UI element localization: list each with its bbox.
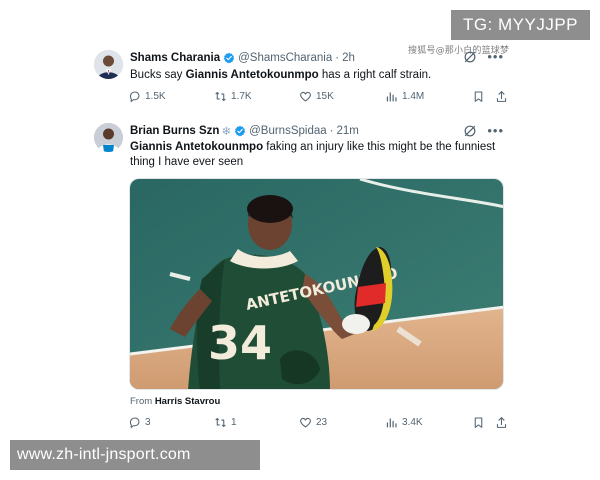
media-attribution: From Harris Stavrou — [130, 396, 220, 407]
tweet-header: Brian Burns Szn ❄ @BurnsSpidaa · 21m — [130, 124, 359, 138]
reply-count: 1.5K — [145, 91, 166, 102]
views-count: 3.4K — [402, 417, 423, 428]
tweet-text: Giannis Antetokounmpo faking an injury l… — [130, 140, 500, 170]
verified-icon — [223, 52, 235, 64]
more-icon[interactable]: ••• — [487, 50, 504, 64]
tweet-media[interactable]: ANTETOKOUNMPO 34 — [129, 178, 504, 390]
reply-icon — [129, 91, 140, 103]
jersey-number: 34 — [208, 316, 272, 370]
text-segment: has a right calf strain. — [318, 69, 432, 81]
avatar[interactable] — [94, 123, 123, 152]
reply-icon — [129, 417, 140, 429]
like-count: 23 — [316, 417, 328, 428]
reply-button[interactable]: 1.5K — [128, 90, 166, 103]
author-name[interactable]: Shams Charania — [130, 52, 220, 64]
repost-icon — [215, 91, 226, 102]
like-icon — [300, 417, 311, 428]
repost-icon — [215, 417, 226, 428]
mention-link[interactable]: Giannis Antetokounmpo — [130, 141, 263, 153]
text-segment: Bucks say — [130, 69, 186, 81]
bookmark-icon — [474, 91, 483, 102]
views-button[interactable]: 1.4M — [385, 90, 424, 103]
share-icon — [496, 91, 507, 102]
telegram-watermark: TG: MYYJJPP — [451, 10, 590, 40]
verified-icon — [234, 125, 246, 137]
repost-button[interactable]: 1.7K — [214, 90, 252, 103]
snowflake-icon: ❄ — [221, 126, 232, 138]
author-handle[interactable]: @ShamsCharania — [238, 52, 332, 64]
like-count: 15K — [316, 91, 334, 102]
tweet-text: Bucks say Giannis Antetokounmpo has a ri… — [130, 68, 500, 83]
grok-icon[interactable] — [463, 50, 477, 64]
tweet-header: Shams Charania @ShamsCharania · 2h — [130, 52, 355, 64]
author-handle[interactable]: @BurnsSpidaa — [249, 125, 327, 137]
website-watermark: www.zh-intl-jnsport.com — [10, 440, 260, 470]
share-icon — [496, 417, 507, 428]
like-button[interactable]: 15K — [299, 90, 334, 103]
bookmark-icon — [474, 417, 483, 428]
from-label: From — [130, 396, 153, 407]
like-button[interactable]: 23 — [299, 416, 327, 429]
grok-icon[interactable] — [463, 124, 477, 138]
repost-button[interactable]: 1 — [214, 416, 237, 429]
repost-count: 1 — [231, 417, 237, 428]
giannis-photo: ANTETOKOUNMPO 34 — [130, 179, 503, 389]
attribution-name[interactable]: Harris Stavrou — [155, 396, 220, 407]
bookmark-button[interactable] — [472, 416, 485, 429]
share-button[interactable] — [495, 90, 508, 103]
author-name[interactable]: Brian Burns Szn — [130, 125, 219, 137]
tweet-brian-burns[interactable]: Brian Burns Szn ❄ @BurnsSpidaa · 21m •••… — [90, 118, 510, 438]
like-icon — [300, 91, 311, 102]
timestamp[interactable]: 2h — [342, 52, 355, 64]
timestamp[interactable]: 21m — [336, 125, 358, 137]
action-bar: 3 1 23 3.4K — [128, 416, 507, 432]
views-icon — [386, 418, 397, 428]
bookmark-button[interactable] — [472, 90, 485, 103]
more-icon[interactable]: ••• — [487, 124, 504, 138]
separator-dot: · — [329, 125, 334, 137]
repost-count: 1.7K — [231, 91, 252, 102]
tweet-shams[interactable]: Shams Charania @ShamsCharania · 2h ••• B… — [90, 44, 510, 110]
reply-count: 3 — [145, 417, 151, 428]
separator-dot: · — [335, 52, 340, 64]
views-count: 1.4M — [402, 91, 425, 102]
share-button[interactable] — [495, 416, 508, 429]
mention-link[interactable]: Giannis Antetokounmpo — [186, 69, 319, 81]
action-bar: 1.5K 1.7K 15K 1.4M — [128, 90, 507, 106]
avatar[interactable] — [94, 50, 123, 79]
views-icon — [386, 92, 397, 102]
reply-button[interactable]: 3 — [128, 416, 151, 429]
views-button[interactable]: 3.4K — [385, 416, 423, 429]
